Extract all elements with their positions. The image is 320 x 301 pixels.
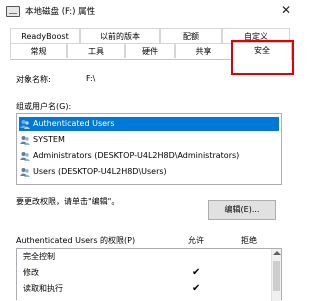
groups-label: 组或用户名(G): [16,102,72,111]
tab-tools[interactable]: 工具 [67,43,125,58]
tab-readyboost[interactable]: ReadyBoost [10,28,80,43]
security-tab-highlight [231,40,294,75]
list-item-administrators[interactable]: Administrators (DESKTOP-U4L2H8D\Administ… [17,149,281,163]
permission-row: 完全控制 [17,249,281,265]
users-group-icon [20,152,30,161]
allow-column-label: 允许 [188,236,204,245]
title-bar: 本地磁盘 (F:) 属性 ✕ [0,0,300,22]
object-name-label: 对象名称: [16,75,51,84]
list-item-label: Authenticated Users [33,119,115,128]
tab-sharing[interactable]: 共享 [175,43,232,58]
permissions-header: Authenticated Users 的权限(P) [16,236,136,245]
list-item-label: Administrators (DESKTOP-U4L2H8D\Administ… [33,151,240,160]
window-title: 本地磁盘 (F:) 属性 [25,7,96,17]
check-icon: ✔ [192,267,201,278]
permissions-list[interactable]: 完全控制 修改 ✔ 读取和执行 ✔ [16,248,282,301]
permission-row: 读取和执行 ✔ [17,281,281,297]
list-item-authenticated-users[interactable]: Authenticated Users [19,117,279,131]
scroll-up-icon[interactable] [273,251,281,255]
groups-listbox[interactable]: Authenticated Users SYSTEM Administrator… [16,113,282,185]
users-group-icon [20,120,30,129]
tab-hardware[interactable]: 硬件 [125,43,175,58]
check-icon: ✔ [192,283,201,294]
deny-column-label: 拒绝 [241,236,257,245]
list-item-label: SYSTEM [33,135,65,144]
users-group-icon [20,168,30,177]
list-item-users[interactable]: Users (DESKTOP-U4L2H8D\Users) [17,165,281,179]
tab-previous-versions[interactable]: 以前的版本 [80,28,160,43]
drive-icon [6,5,20,17]
tab-general[interactable]: 常规 [10,43,67,58]
permissions-scrollbar[interactable] [271,249,281,301]
permission-name: 读取和执行 [23,284,63,293]
permission-row: 修改 ✔ [17,265,281,281]
permission-name: 完全控制 [23,252,55,261]
list-item-system[interactable]: SYSTEM [17,133,281,147]
scroll-thumb[interactable] [273,261,280,291]
close-icon[interactable]: ✕ [276,1,296,19]
tab-quota[interactable]: 配额 [160,28,222,43]
edit-hint: 要更改权限，请单击"编辑"。 [16,197,120,206]
permission-name: 修改 [23,268,39,277]
users-group-icon [20,136,30,145]
edit-button[interactable]: 编辑(E)... [208,200,276,220]
object-name-value: F:\ [86,74,96,83]
list-item-label: Users (DESKTOP-U4L2H8D\Users) [33,167,167,176]
